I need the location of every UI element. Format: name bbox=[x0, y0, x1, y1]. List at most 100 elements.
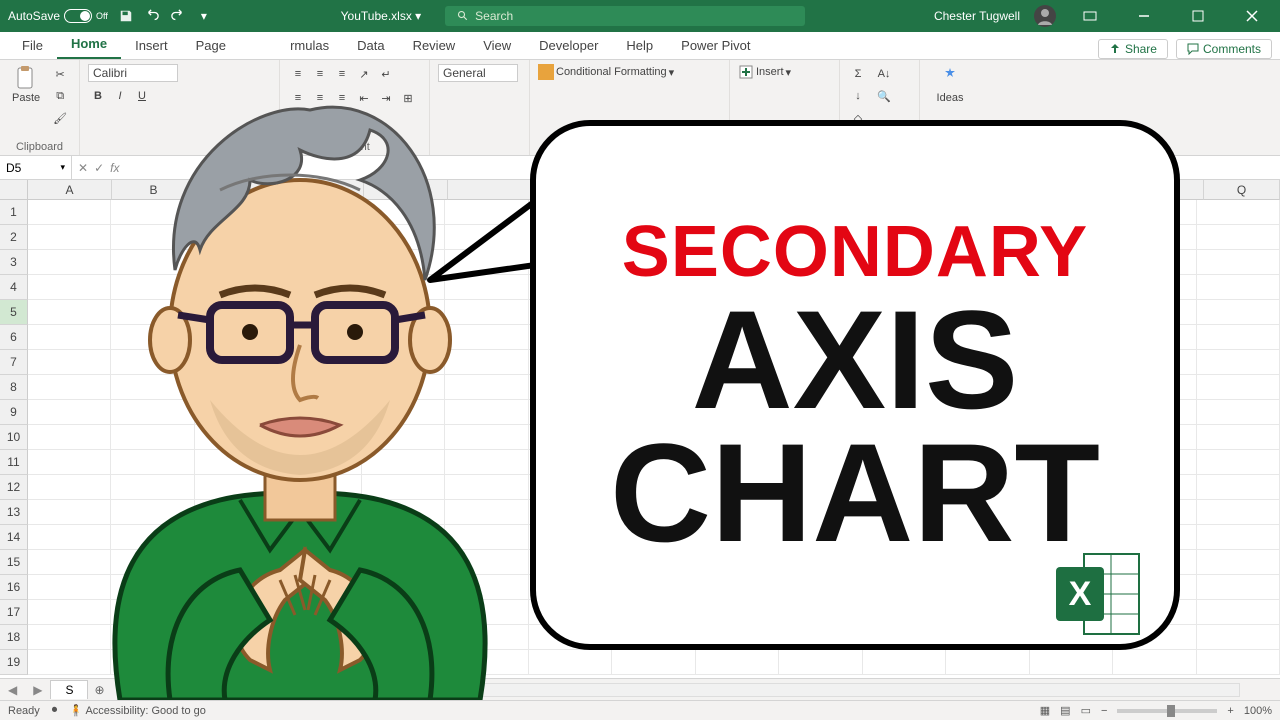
row-header[interactable]: 19 bbox=[0, 650, 28, 675]
undo-icon[interactable] bbox=[144, 8, 160, 24]
row-header[interactable]: 5 bbox=[0, 300, 28, 325]
autosave-toggle[interactable]: AutoSave Off bbox=[8, 9, 108, 23]
row-header[interactable]: 9 bbox=[0, 400, 28, 425]
search-box[interactable]: Search bbox=[445, 6, 805, 26]
fill-icon[interactable]: ↓ bbox=[848, 86, 868, 106]
number-format-select[interactable]: General bbox=[438, 64, 518, 82]
cell[interactable] bbox=[1197, 650, 1280, 675]
row-header[interactable]: 14 bbox=[0, 525, 28, 550]
qat-more-icon[interactable]: ▾ bbox=[196, 8, 212, 24]
tab-help[interactable]: Help bbox=[612, 34, 667, 59]
cell[interactable] bbox=[612, 650, 695, 675]
align-middle-icon[interactable]: ≡ bbox=[310, 64, 330, 84]
wrap-text-icon[interactable]: ↵ bbox=[376, 64, 396, 84]
ideas-button[interactable]: Ideas bbox=[928, 64, 972, 106]
sheet-nav-prev-icon[interactable]: ◀ bbox=[0, 683, 25, 697]
cell[interactable] bbox=[1197, 350, 1280, 375]
accessibility-status[interactable]: 🧍 Accessibility: Good to go bbox=[69, 704, 206, 717]
cell[interactable] bbox=[1197, 525, 1280, 550]
cell[interactable] bbox=[1197, 550, 1280, 575]
orientation-icon[interactable]: ↗ bbox=[354, 64, 374, 84]
cell[interactable] bbox=[696, 650, 779, 675]
tab-page-layout[interactable]: Page bbox=[182, 34, 269, 59]
tab-formulas[interactable]: rmulas bbox=[269, 34, 343, 59]
cell[interactable] bbox=[946, 650, 1029, 675]
row-header[interactable]: 6 bbox=[0, 325, 28, 350]
view-page-break-icon[interactable]: ▭ bbox=[1081, 704, 1091, 717]
find-select-icon[interactable]: 🔍 bbox=[874, 86, 894, 106]
row-header[interactable]: 15 bbox=[0, 550, 28, 575]
cell[interactable] bbox=[1197, 225, 1280, 250]
row-header[interactable]: 13 bbox=[0, 500, 28, 525]
zoom-out-button[interactable]: − bbox=[1101, 705, 1107, 717]
row-header[interactable]: 16 bbox=[0, 575, 28, 600]
select-all-corner[interactable] bbox=[0, 180, 28, 200]
cell[interactable] bbox=[529, 650, 612, 675]
minimize-icon[interactable] bbox=[1124, 0, 1164, 32]
align-top-icon[interactable]: ≡ bbox=[288, 64, 308, 84]
tab-data[interactable]: Data bbox=[343, 34, 398, 59]
comments-button[interactable]: Comments bbox=[1176, 39, 1272, 59]
save-icon[interactable] bbox=[118, 8, 134, 24]
file-name[interactable]: YouTube.xlsx ▾ bbox=[341, 9, 422, 23]
sort-filter-icon[interactable]: A↓ bbox=[874, 64, 894, 84]
cell[interactable] bbox=[1197, 400, 1280, 425]
share-button[interactable]: Share bbox=[1098, 39, 1168, 59]
tab-insert[interactable]: Insert bbox=[121, 34, 182, 59]
insert-cells-button[interactable]: Insert ▾ bbox=[738, 64, 791, 80]
cell[interactable] bbox=[1197, 425, 1280, 450]
zoom-level[interactable]: 100% bbox=[1244, 705, 1272, 717]
cell[interactable] bbox=[1197, 325, 1280, 350]
cell[interactable] bbox=[1197, 250, 1280, 275]
sheet-nav-next-icon[interactable]: ▶ bbox=[25, 683, 50, 697]
cell[interactable] bbox=[1197, 575, 1280, 600]
cell[interactable] bbox=[1197, 200, 1280, 225]
cell[interactable] bbox=[779, 650, 862, 675]
macro-record-icon[interactable]: ⏺ bbox=[52, 704, 58, 717]
conditional-formatting-button[interactable]: Conditional Formatting ▾ bbox=[538, 64, 674, 80]
cell[interactable] bbox=[1197, 600, 1280, 625]
cell[interactable] bbox=[1113, 650, 1196, 675]
cell[interactable] bbox=[1030, 650, 1113, 675]
cell[interactable] bbox=[1197, 500, 1280, 525]
row-header[interactable]: 18 bbox=[0, 625, 28, 650]
cell[interactable] bbox=[1197, 450, 1280, 475]
paste-button[interactable]: Paste bbox=[8, 64, 44, 106]
cell[interactable] bbox=[1197, 375, 1280, 400]
row-header[interactable]: 8 bbox=[0, 375, 28, 400]
row-header[interactable]: 17 bbox=[0, 600, 28, 625]
user-name[interactable]: Chester Tugwell bbox=[934, 9, 1020, 23]
font-name-select[interactable]: Calibri bbox=[88, 64, 178, 82]
close-icon[interactable] bbox=[1232, 0, 1272, 32]
row-header[interactable]: 11 bbox=[0, 450, 28, 475]
cut-icon[interactable]: ✂ bbox=[50, 64, 70, 84]
tab-file[interactable]: File bbox=[8, 34, 57, 59]
zoom-slider[interactable] bbox=[1117, 709, 1217, 713]
row-header[interactable]: 1 bbox=[0, 200, 28, 225]
tab-developer[interactable]: Developer bbox=[525, 34, 612, 59]
cell[interactable] bbox=[863, 650, 946, 675]
cell[interactable] bbox=[1197, 275, 1280, 300]
cell[interactable] bbox=[1197, 625, 1280, 650]
row-header[interactable]: 10 bbox=[0, 425, 28, 450]
tab-view[interactable]: View bbox=[469, 34, 525, 59]
row-header[interactable]: 2 bbox=[0, 225, 28, 250]
user-avatar-icon[interactable] bbox=[1034, 5, 1056, 27]
view-normal-icon[interactable]: ▦ bbox=[1040, 704, 1050, 717]
col-header[interactable]: Q bbox=[1204, 180, 1280, 200]
cell[interactable] bbox=[1197, 300, 1280, 325]
maximize-icon[interactable] bbox=[1178, 0, 1218, 32]
tab-home[interactable]: Home bbox=[57, 32, 121, 59]
zoom-in-button[interactable]: + bbox=[1227, 705, 1233, 717]
row-header[interactable]: 12 bbox=[0, 475, 28, 500]
cell[interactable] bbox=[1197, 475, 1280, 500]
align-bottom-icon[interactable]: ≡ bbox=[332, 64, 352, 84]
autosum-icon[interactable]: Σ bbox=[848, 64, 868, 84]
ribbon-display-icon[interactable] bbox=[1070, 0, 1110, 32]
row-header[interactable]: 3 bbox=[0, 250, 28, 275]
tab-review[interactable]: Review bbox=[399, 34, 470, 59]
row-header[interactable]: 7 bbox=[0, 350, 28, 375]
row-header[interactable]: 4 bbox=[0, 275, 28, 300]
view-page-layout-icon[interactable]: ▤ bbox=[1060, 704, 1070, 717]
tab-power-pivot[interactable]: Power Pivot bbox=[667, 34, 764, 59]
